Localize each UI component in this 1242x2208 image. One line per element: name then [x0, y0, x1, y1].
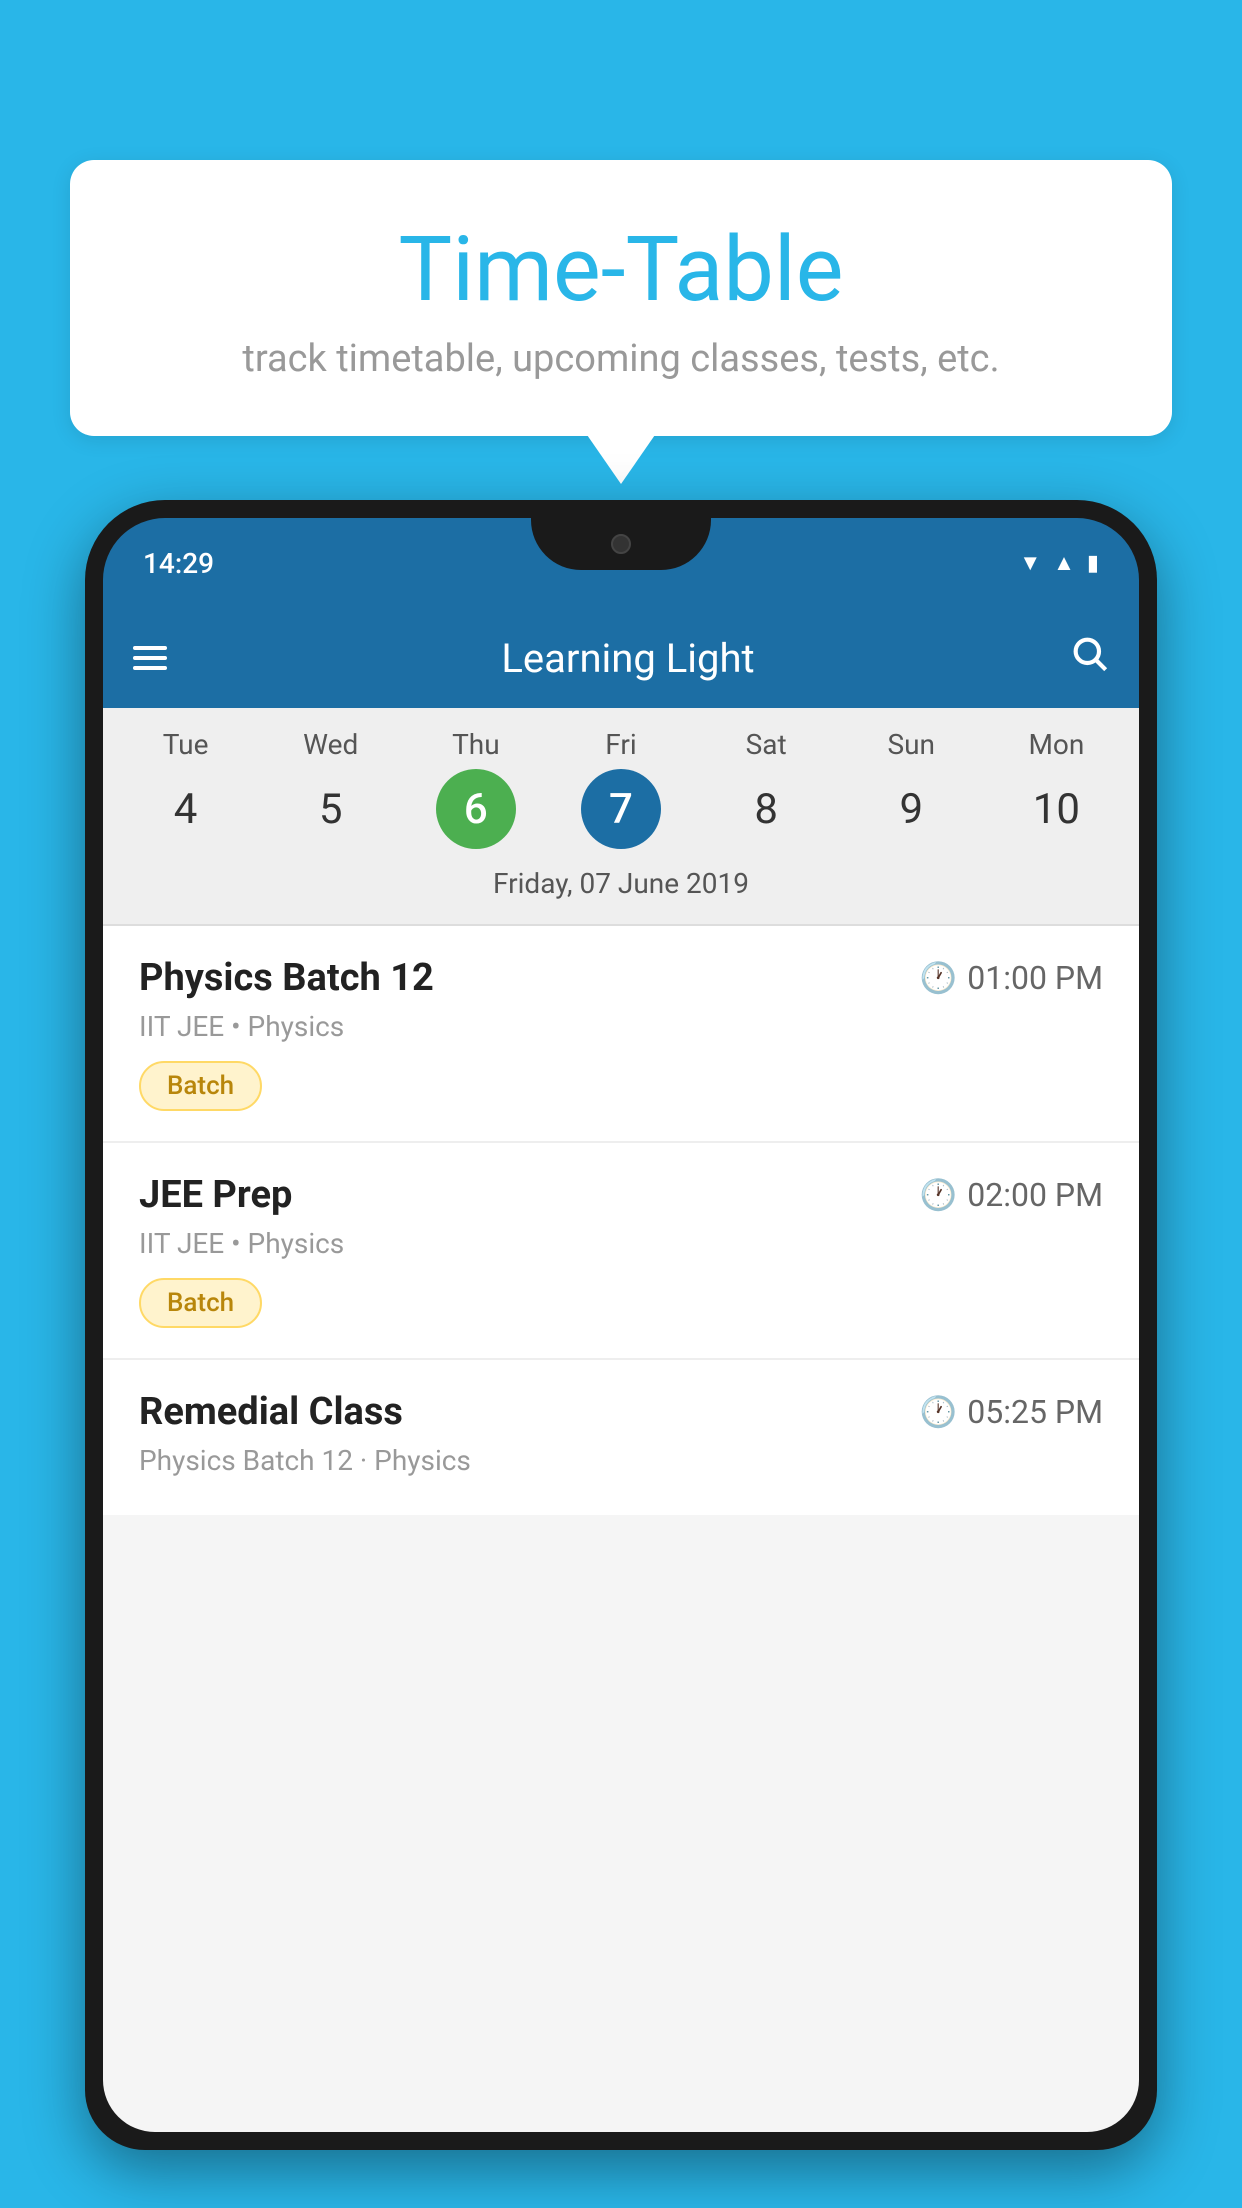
day-5[interactable]: 5 — [291, 769, 371, 849]
clock-icon-3: 🕐 — [920, 1395, 957, 1430]
class-name-1: Physics Batch 12 — [139, 956, 434, 1000]
class-name-3: Remedial Class — [139, 1390, 403, 1434]
speech-bubble-container: Time-Table track timetable, upcoming cla… — [70, 160, 1172, 436]
class-meta-1: IIT JEE • Physics — [139, 1010, 1103, 1043]
menu-button[interactable] — [133, 646, 167, 670]
day-7-selected[interactable]: 7 — [581, 769, 661, 849]
class-item-3[interactable]: Remedial Class 🕐 05:25 PM Physics Batch … — [103, 1360, 1139, 1515]
clock-icon-2: 🕐 — [920, 1178, 957, 1213]
camera — [611, 534, 631, 554]
status-time: 14:29 — [143, 547, 214, 580]
selected-date-label: Friday, 07 June 2019 — [113, 857, 1129, 914]
batch-tag-1: Batch — [139, 1061, 262, 1111]
class-header-3: Remedial Class 🕐 05:25 PM — [139, 1390, 1103, 1434]
app-title: Learning Light — [211, 635, 1045, 682]
day-label-fri: Fri — [548, 728, 693, 761]
status-bar: 14:29 ▼ ▲ ▮ — [103, 518, 1139, 608]
class-meta-3: Physics Batch 12 · Physics — [139, 1444, 1103, 1477]
phone-notch — [531, 518, 711, 570]
page-subtitle: track timetable, upcoming classes, tests… — [110, 337, 1132, 381]
calendar-week: Tue Wed Thu Fri Sat Sun Mon 4 5 6 7 8 9 … — [103, 708, 1139, 924]
class-item-1[interactable]: Physics Batch 12 🕐 01:00 PM IIT JEE • Ph… — [103, 926, 1139, 1143]
class-header-1: Physics Batch 12 🕐 01:00 PM — [139, 956, 1103, 1000]
page-title: Time-Table — [110, 220, 1132, 319]
search-icon[interactable] — [1069, 633, 1109, 683]
phone-outer: 14:29 ▼ ▲ ▮ Learning Light — [85, 500, 1157, 2150]
day-label-tue: Tue — [113, 728, 258, 761]
speech-bubble: Time-Table track timetable, upcoming cla… — [70, 160, 1172, 436]
day-label-thu: Thu — [403, 728, 548, 761]
day-9[interactable]: 9 — [871, 769, 951, 849]
day-4[interactable]: 4 — [146, 769, 226, 849]
day-label-sun: Sun — [839, 728, 984, 761]
day-6-today[interactable]: 6 — [436, 769, 516, 849]
class-header-2: JEE Prep 🕐 02:00 PM — [139, 1173, 1103, 1217]
day-8[interactable]: 8 — [726, 769, 806, 849]
class-time-3: 🕐 05:25 PM — [920, 1393, 1103, 1431]
app-bar: Learning Light — [103, 608, 1139, 708]
wifi-icon: ▼ — [1019, 550, 1041, 576]
battery-icon: ▮ — [1087, 551, 1099, 576]
class-time-2: 🕐 02:00 PM — [920, 1176, 1103, 1214]
day-10[interactable]: 10 — [1016, 769, 1096, 849]
clock-icon-1: 🕐 — [920, 961, 957, 996]
batch-tag-2: Batch — [139, 1278, 262, 1328]
day-label-wed: Wed — [258, 728, 403, 761]
phone-screen: Learning Light Tue Wed Thu Fri Sat Sun — [103, 608, 1139, 2132]
class-time-1: 🕐 01:00 PM — [920, 959, 1103, 997]
day-label-mon: Mon — [984, 728, 1129, 761]
day-label-sat: Sat — [694, 728, 839, 761]
status-icons: ▼ ▲ ▮ — [1019, 550, 1099, 576]
day-numbers: 4 5 6 7 8 9 10 — [113, 769, 1129, 849]
phone-mockup: 14:29 ▼ ▲ ▮ Learning Light — [85, 500, 1157, 2208]
class-name-2: JEE Prep — [139, 1173, 292, 1217]
class-meta-2: IIT JEE • Physics — [139, 1227, 1103, 1260]
signal-icon: ▲ — [1053, 550, 1075, 576]
day-labels: Tue Wed Thu Fri Sat Sun Mon — [113, 728, 1129, 761]
class-item-2[interactable]: JEE Prep 🕐 02:00 PM IIT JEE • Physics Ba… — [103, 1143, 1139, 1360]
